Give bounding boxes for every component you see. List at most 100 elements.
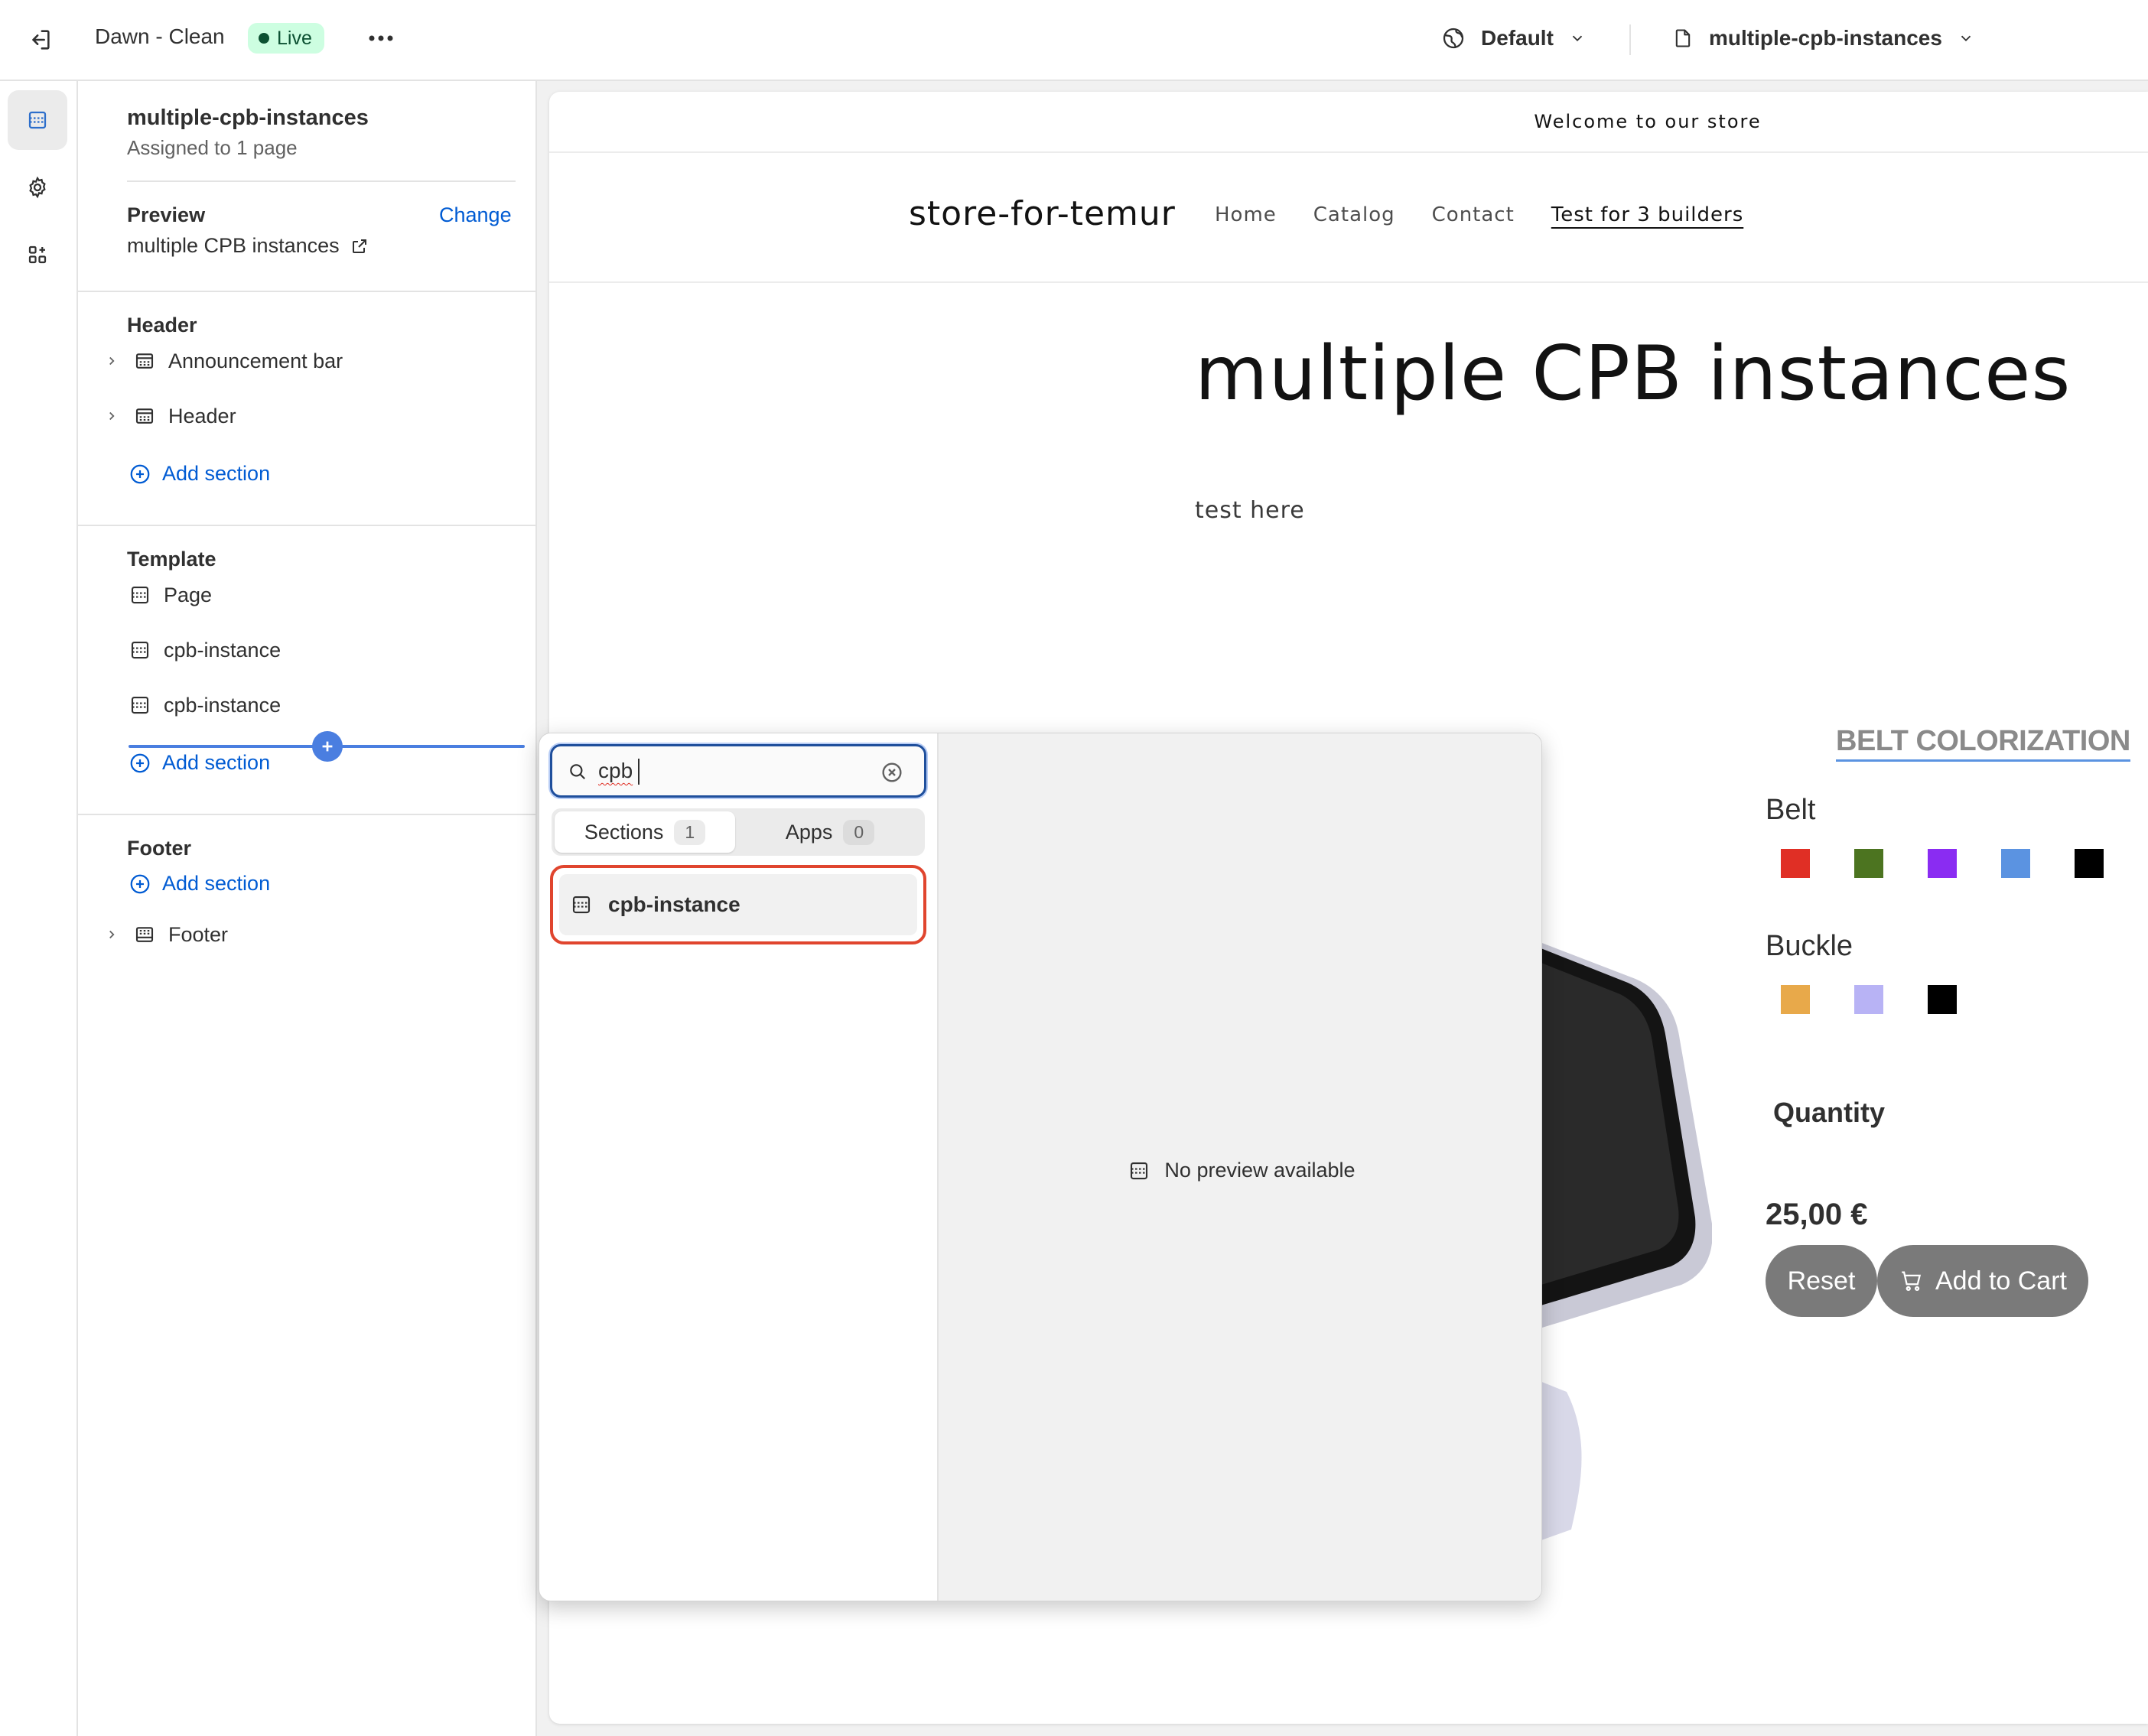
belt-color-swatch[interactable] — [1781, 849, 1810, 878]
add-section-template[interactable]: Add section — [129, 751, 270, 775]
chevron-right-icon[interactable] — [103, 409, 121, 423]
section-icon — [1131, 1162, 1148, 1179]
add-section-popover: cpb Sections 1 Apps 0 cpb-instance No pr… — [539, 733, 1542, 1601]
template-group-heading: Template — [127, 548, 216, 571]
buckle-color-swatch[interactable] — [1928, 985, 1957, 1014]
section-icon — [131, 641, 149, 659]
section-item-header[interactable]: Header — [103, 393, 236, 439]
add-section-label: Add section — [162, 751, 271, 774]
result-item-cpb-instance[interactable]: cpb-instance — [550, 865, 926, 944]
apps-icon — [28, 245, 47, 264]
live-badge: Live — [248, 23, 324, 54]
no-preview-message: No preview available — [939, 1159, 1541, 1182]
locale-label: Default — [1481, 26, 1554, 50]
icon-rail — [0, 81, 78, 1736]
sections-icon — [28, 111, 47, 129]
section-item-announcement-bar[interactable]: Announcement bar — [103, 338, 343, 384]
live-label: Live — [277, 27, 312, 49]
section-item-label: Footer — [168, 922, 229, 946]
top-bar: Dawn - Clean Live Default multiple-cpb-i… — [0, 0, 2148, 81]
buckle-color-swatch[interactable] — [1854, 985, 1883, 1014]
globe-icon — [1443, 28, 1464, 49]
add-section-footer[interactable]: Add section — [129, 872, 270, 896]
builder-heading: BELT COLORIZATION — [1836, 725, 2130, 762]
clear-search-icon[interactable] — [880, 760, 904, 785]
plus-circle-icon — [130, 464, 150, 483]
section-item-page[interactable]: Page — [129, 572, 212, 618]
external-link-icon — [352, 239, 366, 253]
divider — [127, 180, 516, 182]
sidebar: multiple-cpb-instances Assigned to 1 pag… — [78, 81, 537, 1736]
ellipsis-icon — [369, 35, 393, 41]
rail-settings-button[interactable] — [8, 158, 67, 217]
chevron-right-icon[interactable] — [103, 354, 121, 368]
add-to-cart-button[interactable]: Add to Cart — [1877, 1245, 2088, 1317]
store-header: store-for-temur Home Catalog Contact Tes… — [549, 153, 2148, 283]
chevron-down-icon — [1961, 35, 1971, 42]
quantity-label: Quantity — [1773, 1097, 1886, 1128]
price: 25,00 € — [1766, 1198, 1868, 1231]
section-icon — [131, 696, 149, 714]
store-nav: Home Catalog Contact Test for 3 builders — [1215, 203, 1743, 226]
divider — [78, 525, 535, 526]
add-section-header[interactable]: Add section — [129, 462, 270, 486]
preview-page-link[interactable]: multiple CPB instances — [127, 234, 369, 258]
template-label: multiple-cpb-instances — [1709, 26, 1942, 50]
page-title: multiple CPB instances — [1195, 330, 2072, 418]
section-item-cpb-instance[interactable]: cpb-instance — [129, 627, 281, 673]
buckle-color-swatch[interactable] — [1781, 985, 1810, 1014]
live-dot-icon — [259, 33, 269, 44]
nav-link-home[interactable]: Home — [1215, 203, 1277, 226]
rail-sections-button[interactable] — [8, 90, 67, 150]
section-icon — [135, 353, 154, 369]
belt-color-swatch[interactable] — [2001, 849, 2030, 878]
buckle-label: Buckle — [1766, 930, 1853, 962]
exit-button[interactable] — [21, 21, 58, 58]
preview-heading: Preview — [127, 203, 206, 226]
section-preview-pane: No preview available — [937, 733, 1541, 1601]
search-input[interactable]: cpb — [598, 759, 633, 783]
theme-name: Dawn - Clean — [95, 24, 225, 48]
tab-count-badge: 0 — [843, 819, 875, 845]
gear-icon — [29, 176, 46, 199]
belt-color-swatch[interactable] — [1854, 849, 1883, 878]
search-field[interactable]: cpb — [550, 744, 926, 798]
section-icon — [135, 408, 154, 424]
template-title: multiple-cpb-instances — [127, 106, 369, 130]
rail-apps-button[interactable] — [8, 225, 67, 284]
insert-section-button[interactable] — [312, 731, 343, 762]
chevron-down-icon — [1572, 35, 1583, 42]
section-item-cpb-instance[interactable]: cpb-instance — [129, 682, 281, 728]
belt-color-swatch[interactable] — [1928, 849, 1957, 878]
search-icon — [570, 764, 585, 779]
add-section-label: Add section — [162, 872, 271, 895]
section-item-label: Page — [164, 583, 213, 606]
locale-selector[interactable]: Default — [1441, 21, 1586, 55]
tab-count-badge: 1 — [674, 819, 706, 845]
divider — [78, 291, 535, 292]
tab-sections[interactable]: Sections 1 — [555, 811, 735, 853]
nav-link-contact[interactable]: Contact — [1432, 203, 1515, 226]
tab-label: Sections — [584, 820, 664, 844]
store-name[interactable]: store-for-temur — [909, 194, 1176, 233]
belt-color-swatch[interactable] — [2075, 849, 2104, 878]
page-body: test here — [1195, 497, 1305, 524]
result-item-label: cpb-instance — [608, 892, 740, 916]
tab-apps[interactable]: Apps 0 — [738, 811, 922, 853]
result-item-body: cpb-instance — [559, 874, 917, 935]
nav-link-catalog[interactable]: Catalog — [1313, 203, 1395, 226]
belt-label: Belt — [1766, 794, 1816, 826]
plus-icon — [322, 741, 333, 752]
section-icon — [131, 586, 149, 604]
tab-label: Apps — [785, 820, 833, 844]
section-item-label: cpb-instance — [164, 693, 282, 717]
template-selector[interactable]: multiple-cpb-instances — [1672, 21, 1974, 55]
change-link[interactable]: Change — [439, 203, 512, 227]
assigned-label: Assigned to 1 page — [127, 136, 298, 159]
chevron-right-icon[interactable] — [103, 928, 121, 941]
announcement-bar: Welcome to our store — [549, 92, 2148, 153]
more-actions-button[interactable] — [363, 23, 399, 54]
nav-link-test[interactable]: Test for 3 builders — [1551, 203, 1743, 226]
reset-button[interactable]: Reset — [1766, 1245, 1877, 1317]
section-item-footer[interactable]: Footer — [103, 912, 228, 957]
